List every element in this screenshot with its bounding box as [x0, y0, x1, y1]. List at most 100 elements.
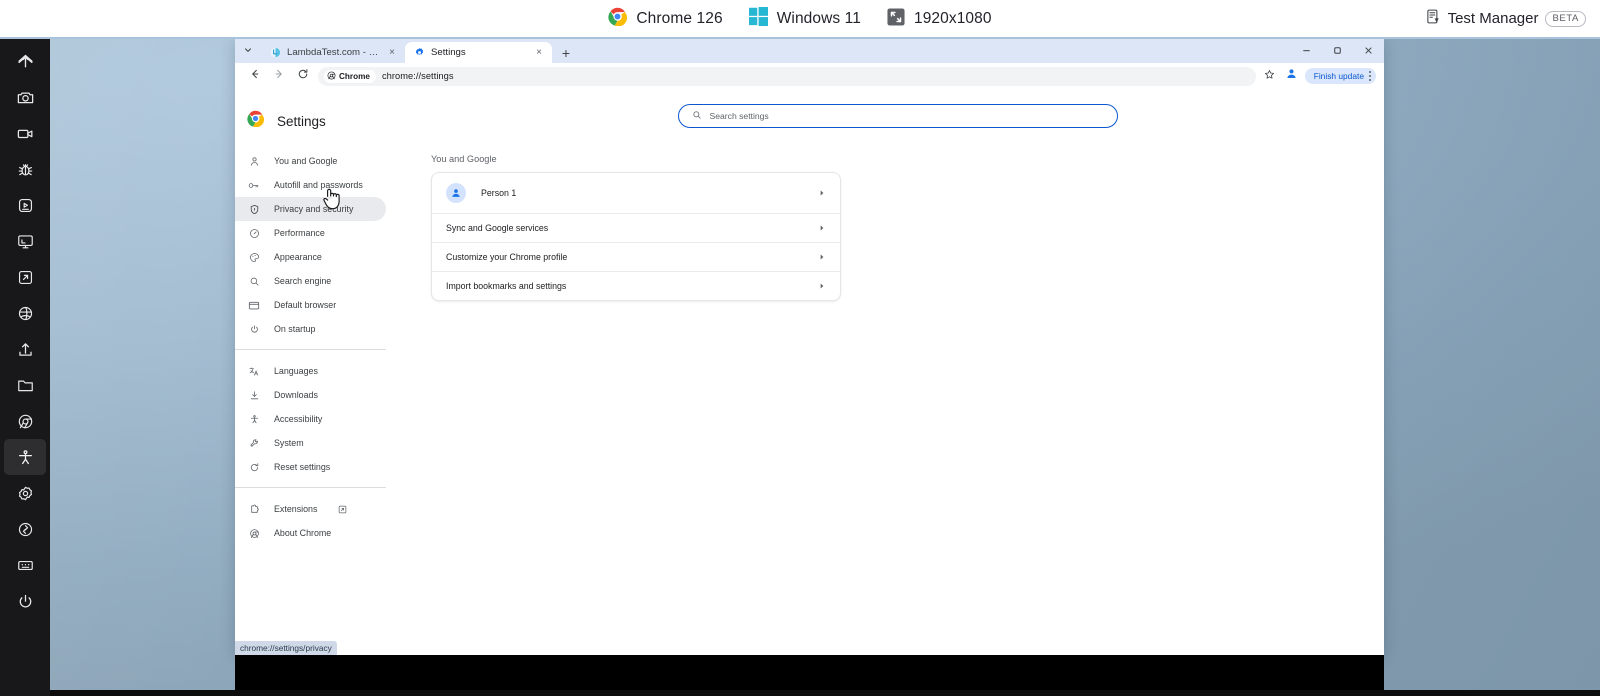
globe-chrome-icon: [16, 304, 35, 323]
palette-icon: [248, 251, 260, 263]
env-resolution-label: 1920x1080: [913, 9, 992, 27]
about-chrome-icon: [248, 527, 260, 539]
sidebar-item-label: Autofill and passwords: [274, 180, 363, 190]
external-link-icon: [338, 505, 347, 514]
profile-avatar-icon: [1285, 67, 1298, 85]
kebab-menu-icon[interactable]: [1369, 71, 1371, 81]
rail-item-keyboard[interactable]: [4, 547, 46, 583]
tab-close-icon[interactable]: ×: [386, 47, 398, 59]
test-manager-group[interactable]: Test Manager BETA: [1426, 0, 1586, 37]
card-row-import-bookmarks[interactable]: Import bookmarks and settings: [432, 271, 840, 300]
finish-update-button[interactable]: Finish update: [1304, 68, 1376, 84]
rail-item-accessibility[interactable]: [4, 439, 46, 475]
rail-item-sync[interactable]: [4, 511, 46, 547]
bookmark-star-button[interactable]: [1261, 67, 1279, 85]
sidebar-item-label: System: [274, 438, 304, 448]
settings-main: Search settings You and Google Person 1: [411, 89, 1384, 655]
rail-item-power[interactable]: [4, 583, 46, 619]
tab-title: Settings: [431, 47, 466, 58]
rail-item-upload[interactable]: [4, 331, 46, 367]
card-row-sync[interactable]: Sync and Google services: [432, 213, 840, 242]
sidebar-item-label: Appearance: [274, 252, 322, 262]
browser-tab-settings[interactable]: Settings ×: [405, 42, 552, 63]
reload-icon: [297, 67, 309, 85]
search-placeholder: Search settings: [709, 111, 769, 121]
gear-settings-icon: [16, 484, 35, 503]
card-row-customize-profile[interactable]: Customize your Chrome profile: [432, 242, 840, 271]
sidebar-item-label: Search engine: [274, 276, 332, 286]
forward-button[interactable]: [267, 64, 291, 88]
rail-item-chrome-browser[interactable]: [4, 403, 46, 439]
settings-header[interactable]: Settings: [235, 89, 411, 132]
accessibility-person-icon: [16, 448, 35, 467]
sidebar-item-system[interactable]: System: [235, 431, 386, 455]
rail-item-folder[interactable]: [4, 367, 46, 403]
env-browser: Chrome 126: [608, 7, 723, 30]
sidebar-item-privacy-and-security[interactable]: Privacy and security: [235, 197, 386, 221]
chevron-right-icon: [818, 282, 826, 290]
rail-item-settings[interactable]: [4, 475, 46, 511]
rail-item-home[interactable]: [4, 43, 46, 79]
sidebar-item-about-chrome[interactable]: About Chrome: [235, 521, 386, 545]
profile-button[interactable]: [1283, 67, 1301, 85]
address-bar[interactable]: Chrome chrome://settings: [318, 66, 1256, 86]
tab-strip: LambdaTest.com - Get Started × Settings …: [235, 38, 1384, 63]
environment-info-group: Chrome 126 Windows 11 1920x1080: [0, 0, 1600, 37]
browser-tab-lambdatest[interactable]: LambdaTest.com - Get Started ×: [261, 42, 405, 63]
reload-button[interactable]: [291, 64, 315, 88]
status-link-bubble: chrome://settings/privacy: [235, 641, 337, 655]
sidebar-item-languages[interactable]: Languages: [235, 359, 386, 383]
accessibility-icon: [248, 413, 260, 425]
rail-item-test-run[interactable]: [4, 187, 46, 223]
rail-item-external[interactable]: [4, 259, 46, 295]
chevron-right-icon: [818, 224, 826, 232]
browser-toolbar: Chrome chrome://settings Finish update: [235, 63, 1384, 89]
card-row-person[interactable]: Person 1: [432, 173, 840, 213]
minimize-button[interactable]: [1291, 38, 1322, 63]
sidebar-item-extensions[interactable]: Extensions: [235, 497, 386, 521]
arrow-left-icon: [249, 67, 261, 85]
refresh-sync-icon: [16, 520, 35, 539]
sidebar-item-default-browser[interactable]: Default browser: [235, 293, 386, 317]
sidebar-item-appearance[interactable]: Appearance: [235, 245, 386, 269]
new-tab-button[interactable]: +: [555, 42, 577, 63]
sidebar-item-downloads[interactable]: Downloads: [235, 383, 386, 407]
screenshot-camera-icon: [16, 88, 35, 107]
test-manager-label: Test Manager: [1447, 10, 1539, 27]
sidebar-item-performance[interactable]: Performance: [235, 221, 386, 245]
rail-item-bug[interactable]: [4, 151, 46, 187]
upload-icon: [16, 340, 35, 359]
chrome-browser-window: LambdaTest.com - Get Started × Settings …: [235, 38, 1384, 655]
test-run-icon: [16, 196, 35, 215]
maximize-button[interactable]: [1322, 38, 1353, 63]
window-controls: [1291, 38, 1384, 63]
sidebar-item-you-and-google[interactable]: You and Google: [235, 149, 386, 173]
back-button[interactable]: [243, 64, 267, 88]
tab-title: LambdaTest.com - Get Started: [287, 47, 380, 58]
tab-close-icon[interactable]: ×: [533, 47, 545, 59]
sidebar-divider-2: [235, 487, 386, 488]
sidebar-item-reset-settings[interactable]: Reset settings: [235, 455, 386, 479]
sidebar-item-search-engine[interactable]: Search engine: [235, 269, 386, 293]
card-row-label: Import bookmarks and settings: [446, 281, 567, 291]
sidebar-item-label: Default browser: [274, 300, 337, 310]
settings-sidebar: Settings You and Google Autofill and pas…: [235, 89, 411, 655]
card-row-label: Person 1: [481, 188, 517, 198]
rail-item-screenshot[interactable]: [4, 79, 46, 115]
sidebar-item-label: Privacy and security: [274, 204, 354, 214]
rail-item-desktop[interactable]: [4, 223, 46, 259]
external-link-icon: [16, 268, 35, 287]
tab-search-button[interactable]: [235, 38, 261, 63]
sidebar-item-on-startup[interactable]: On startup: [235, 317, 386, 341]
rail-item-globe[interactable]: [4, 295, 46, 331]
windows-icon: [748, 7, 768, 30]
sidebar-item-autofill[interactable]: Autofill and passwords: [235, 173, 386, 197]
star-icon: [1264, 67, 1275, 85]
sidebar-item-accessibility[interactable]: Accessibility: [235, 407, 386, 431]
search-input[interactable]: Search settings: [677, 104, 1118, 128]
reset-icon: [248, 461, 260, 473]
page-title: Settings: [277, 113, 326, 129]
close-button[interactable]: [1353, 38, 1384, 63]
sidebar-item-label: Downloads: [274, 390, 318, 400]
rail-item-video[interactable]: [4, 115, 46, 151]
